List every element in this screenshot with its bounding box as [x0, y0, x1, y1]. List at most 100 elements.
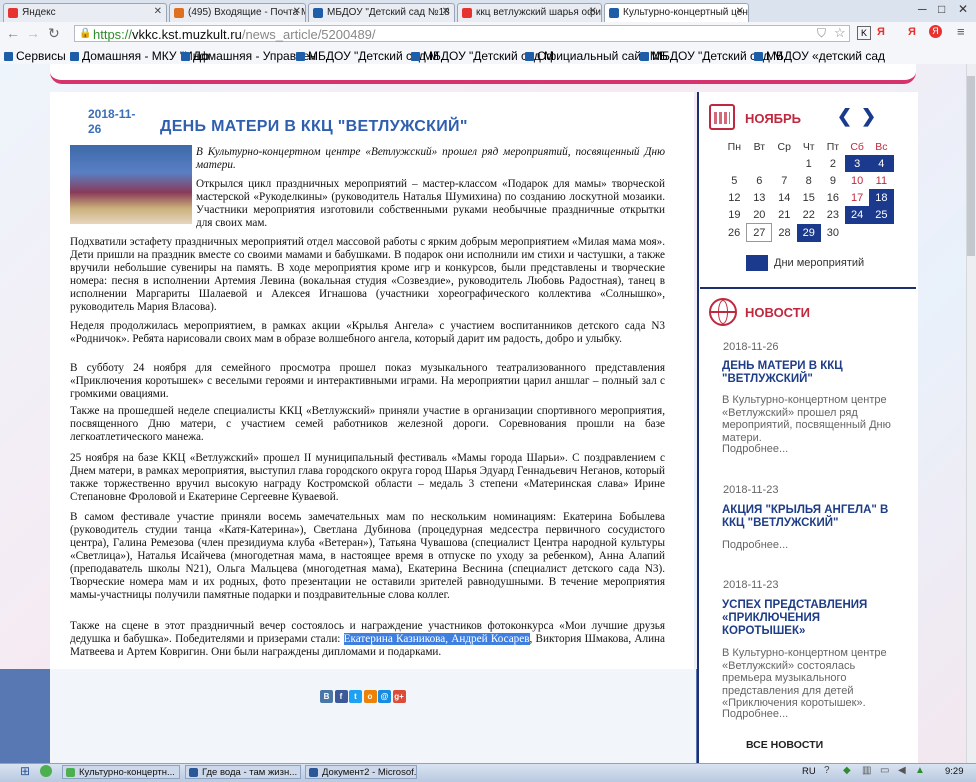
- reload-icon[interactable]: ↻: [48, 25, 60, 42]
- forward-icon[interactable]: →: [26, 25, 40, 41]
- calendar-day[interactable]: 28: [772, 224, 797, 242]
- calendar-day[interactable]: 18: [869, 189, 894, 206]
- antivirus-icon[interactable]: ◆: [843, 765, 851, 776]
- calendar-day[interactable]: 5: [722, 172, 747, 189]
- taskbar-item[interactable]: Культурно-концертн...: [62, 765, 180, 779]
- calendar-day[interactable]: 16: [821, 189, 845, 206]
- back-icon[interactable]: ←: [6, 25, 20, 41]
- browser-tab[interactable]: Культурно-концертный цен ✕: [604, 3, 749, 23]
- network-icon[interactable]: ▥: [862, 765, 871, 776]
- site-nav-strip: [50, 64, 916, 84]
- calendar-day[interactable]: 11: [869, 172, 893, 189]
- calendar-day[interactable]: 7: [772, 172, 797, 189]
- browser-tab-label: (495) Входящие - Почта Ma: [188, 7, 306, 18]
- news-text: В Культурно-концертном центре «Ветлужски…: [722, 647, 887, 709]
- start-icon[interactable]: ⊞: [20, 764, 30, 778]
- calendar-day[interactable]: 29: [796, 223, 821, 242]
- share-button[interactable]: @: [378, 690, 391, 703]
- bookmark-item[interactable]: Сервисы: [4, 49, 66, 63]
- news-title-link[interactable]: АКЦИЯ "КРЫЛЬЯ АНГЕЛА" В ККЦ "ВЕТЛУЖСКИЙ": [722, 504, 894, 530]
- article-paragraph: 25 ноября на базе ККЦ «Ветлужский» проше…: [70, 452, 665, 503]
- calendar-day[interactable]: 6: [747, 172, 772, 189]
- all-news-link[interactable]: ВСЕ НОВОСТИ: [746, 739, 823, 751]
- calendar-day[interactable]: 26: [722, 224, 747, 242]
- prev-month-icon[interactable]: ❮: [837, 106, 852, 127]
- calendar-day[interactable]: 27: [746, 223, 773, 242]
- calendar-day[interactable]: 30: [821, 224, 845, 242]
- tray-icon[interactable]: ▲: [915, 765, 925, 776]
- calendar-day[interactable]: 10: [845, 172, 869, 189]
- share-button[interactable]: g+: [392, 690, 406, 703]
- share-button[interactable]: t: [349, 690, 362, 703]
- article-photo: [70, 145, 192, 224]
- close-window-icon[interactable]: ✕: [958, 2, 968, 16]
- help-icon[interactable]: ?: [824, 765, 830, 776]
- share-button[interactable]: f: [334, 690, 348, 703]
- taskbar-item[interactable]: Где вода - там жизн...: [185, 765, 301, 779]
- browser-tab[interactable]: (495) Входящие - Почта Ma ✕: [169, 3, 306, 22]
- calendar-day[interactable]: 15: [797, 189, 821, 206]
- bookmark-item[interactable]: МБДОУ «детский сад: [754, 49, 885, 63]
- calendar-day[interactable]: 17: [845, 189, 869, 206]
- star-icon[interactable]: ☆: [834, 25, 846, 41]
- url-scheme: https://: [93, 27, 133, 42]
- extension-k-icon[interactable]: K: [857, 26, 871, 40]
- address-input[interactable]: 🔒 https://vkkc.kst.muzkult.ru/news_artic…: [74, 25, 850, 42]
- calendar-day[interactable]: 1: [797, 155, 821, 172]
- calendar-day[interactable]: 8: [797, 172, 821, 189]
- calendar-day[interactable]: 13: [747, 189, 772, 206]
- tab-close-icon[interactable]: ✕: [442, 6, 450, 17]
- tab-close-icon[interactable]: ✕: [736, 6, 744, 17]
- calendar-day[interactable]: 12: [722, 189, 747, 206]
- volume-icon[interactable]: ◀: [898, 765, 906, 776]
- bookmark-icon: [754, 52, 763, 61]
- news-more-link[interactable]: Подробнее...: [722, 539, 894, 552]
- browser-tab[interactable]: ккц ветлужский шарья офи ✕: [457, 3, 602, 22]
- menu-icon[interactable]: ≡: [957, 24, 965, 39]
- tab-favicon-icon: [462, 8, 472, 18]
- extension-yandex-icon-2[interactable]: Я: [908, 26, 916, 38]
- scrollbar-thumb[interactable]: [967, 76, 975, 256]
- calendar-day[interactable]: 23: [821, 206, 845, 224]
- calendar-day[interactable]: 25: [869, 206, 894, 224]
- tab-close-icon[interactable]: ✕: [293, 6, 301, 17]
- extension-yandex-badge-icon[interactable]: Я: [929, 25, 942, 38]
- tab-close-icon[interactable]: ✕: [154, 6, 162, 17]
- share-button[interactable]: В: [320, 690, 333, 703]
- taskbar-app-icon: [66, 768, 75, 777]
- bookmark-icon: [640, 52, 649, 61]
- news-title-link[interactable]: ДЕНЬ МАТЕРИ В ККЦ "ВЕТЛУЖСКИЙ": [722, 360, 894, 386]
- language-indicator[interactable]: RU: [802, 766, 816, 777]
- maximize-icon[interactable]: □: [938, 2, 945, 16]
- monitor-icon[interactable]: ▭: [880, 765, 889, 776]
- calendar-day[interactable]: 22: [797, 206, 821, 224]
- news-more-link[interactable]: Подробнее...: [722, 708, 894, 721]
- calendar-day[interactable]: 19: [722, 206, 747, 224]
- calendar-day[interactable]: 20: [747, 206, 772, 224]
- share-button[interactable]: о: [363, 690, 377, 703]
- news-title-link[interactable]: УСПЕХ ПРЕДСТАВЛЕНИЯ «ПРИКЛЮЧЕНИЯ КОРОТЫШ…: [722, 599, 894, 638]
- calendar-day[interactable]: 14: [772, 189, 797, 206]
- minimize-icon[interactable]: ─: [918, 2, 927, 16]
- browser-tab[interactable]: МБДОУ "Детский сад №18 ✕: [308, 3, 455, 22]
- bookmark-icon: [181, 52, 190, 61]
- chrome-icon[interactable]: [40, 765, 52, 777]
- next-month-icon[interactable]: ❯: [861, 106, 876, 127]
- calendar-day[interactable]: 4: [869, 155, 894, 172]
- browser-tab[interactable]: Яндекс ✕: [3, 3, 167, 22]
- news-date: 2018-11-23: [723, 579, 779, 591]
- tab-favicon-icon: [174, 8, 184, 18]
- tab-close-icon[interactable]: ✕: [589, 6, 597, 17]
- calendar-day[interactable]: 9: [821, 172, 845, 189]
- news-more-link[interactable]: Подробнее...: [722, 443, 894, 456]
- extension-yandex-icon[interactable]: Я: [877, 26, 885, 38]
- url-path: /news_article/5200489/: [241, 27, 376, 42]
- calendar-day[interactable]: 21: [772, 206, 797, 224]
- shield-icon[interactable]: ⛉: [817, 26, 826, 41]
- calendar-day[interactable]: 24: [845, 206, 870, 224]
- calendar-day[interactable]: 2: [821, 155, 845, 172]
- news-date: 2018-11-26: [723, 341, 779, 353]
- calendar-day[interactable]: 3: [845, 155, 870, 172]
- weekday-label: Вт: [753, 141, 766, 153]
- taskbar-item[interactable]: Документ2 - Microsof...: [305, 765, 417, 779]
